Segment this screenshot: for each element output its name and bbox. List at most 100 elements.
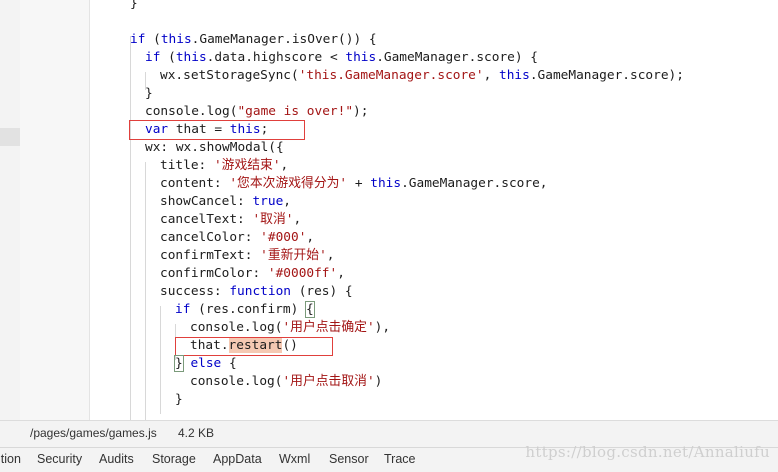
string-token: '您本次游戏得分为' — [229, 176, 348, 191]
code-text[interactable]: confirmText: '重新开始', — [160, 247, 335, 265]
code-token: ), — [374, 320, 391, 335]
code-token: showCancel: — [160, 194, 253, 209]
code-line[interactable]: 157console.log("game is over!"); — [90, 103, 778, 121]
code-text[interactable]: showCancel: true, — [160, 193, 291, 211]
code-line[interactable]: 162showCancel: true, — [90, 193, 778, 211]
code-token: } — [175, 392, 183, 407]
tab-trace[interactable]: Trace — [384, 452, 416, 466]
code-text[interactable]: wx.setStorageSync('this.GameManager.scor… — [160, 67, 684, 85]
code-token: (res) { — [290, 284, 353, 299]
keyword-token: this — [160, 32, 192, 47]
code-text[interactable]: cancelColor: '#000', — [160, 229, 314, 247]
string-token: '游戏结束' — [213, 158, 281, 173]
code-token: .GameManager.score); — [529, 68, 684, 83]
code-token: wx.setStorageSync( — [160, 68, 299, 83]
code-line[interactable]: 160title: '游戏结束', — [90, 157, 778, 175]
code-line[interactable]: 164cancelColor: '#000', — [90, 229, 778, 247]
code-token: } — [174, 355, 184, 372]
keyword-token: var — [145, 122, 169, 137]
code-token: , — [483, 68, 500, 83]
code-text[interactable]: console.log('用户点击确定'), — [190, 319, 390, 337]
line-number-gutter — [20, 0, 90, 420]
tab-storage[interactable]: Storage — [152, 452, 196, 466]
watermark: https://blog.csdn.net/Annaliufu — [525, 443, 770, 461]
code-line[interactable]: 170that.restart() — [90, 337, 778, 355]
code-text[interactable]: console.log("game is over!"); — [145, 103, 368, 121]
code-editor[interactable]: 151}152153if (this.GameManager.isOver())… — [90, 0, 778, 420]
code-token: , — [293, 212, 302, 227]
code-token: .GameManager.score) { — [376, 50, 538, 65]
string-token: '重新开始' — [260, 248, 327, 263]
tab-security[interactable]: Security — [37, 452, 82, 466]
code-token: } — [145, 86, 153, 101]
keyword-token: this — [499, 68, 530, 83]
keyword-token: this — [229, 122, 261, 137]
code-token: confirmColor: — [160, 266, 268, 281]
keyword-token: true — [252, 194, 284, 209]
code-text[interactable]: } else { — [174, 355, 237, 373]
activity-strip — [0, 0, 20, 420]
code-text[interactable]: that.restart() — [190, 337, 298, 355]
code-line[interactable]: 166confirmColor: '#0000ff', — [90, 265, 778, 283]
code-token: success: — [160, 284, 230, 299]
code-text[interactable]: console.log('用户点击取消') — [190, 373, 382, 391]
code-line[interactable]: 156} — [90, 85, 778, 103]
code-line[interactable]: 151} — [90, 0, 778, 13]
code-line[interactable]: 173} — [90, 391, 778, 409]
code-line[interactable]: 158var that = this; — [90, 121, 778, 139]
string-token: 'this.GameManager.score' — [298, 68, 484, 83]
code-text[interactable]: cancelText: '取消', — [160, 211, 301, 229]
code-line[interactable]: 159wx: wx.showModal({ — [90, 139, 778, 157]
code-token: wx: wx.showModal({ — [145, 140, 284, 155]
code-token: cancelText: — [160, 212, 253, 227]
code-token: { — [221, 356, 237, 371]
code-token: + — [347, 176, 371, 191]
tab-wxml[interactable]: Wxml — [279, 452, 310, 466]
code-token: () — [282, 338, 298, 353]
code-text[interactable]: } — [130, 0, 138, 13]
code-token: console.log( — [190, 320, 283, 335]
code-line[interactable]: 171} else { — [90, 355, 778, 373]
code-text[interactable]: success: function (res) { — [160, 283, 353, 301]
tab-audits[interactable]: Audits — [99, 452, 134, 466]
string-token: '#000' — [260, 230, 307, 245]
code-line[interactable]: 155wx.setStorageSync('this.GameManager.s… — [90, 67, 778, 85]
code-text[interactable]: if (this.data.highscore < this.GameManag… — [145, 49, 538, 67]
code-token: that. — [190, 338, 229, 353]
code-line[interactable]: 161content: '您本次游戏得分为' + this.GameManage… — [90, 175, 778, 193]
code-text[interactable]: content: '您本次游戏得分为' + this.GameManager.s… — [160, 175, 547, 193]
tab-sensor[interactable]: Sensor — [329, 452, 369, 466]
keyword-token: this — [370, 176, 402, 191]
code-text[interactable]: confirmColor: '#0000ff', — [160, 265, 345, 283]
code-line[interactable]: 167success: function (res) { — [90, 283, 778, 301]
code-line[interactable]: 165confirmText: '重新开始', — [90, 247, 778, 265]
code-line[interactable]: 153if (this.GameManager.isOver()) { — [90, 31, 778, 49]
tab-position[interactable]: ition — [0, 452, 21, 466]
code-line[interactable]: 174 — [90, 409, 778, 420]
keyword-token: this — [175, 50, 207, 65]
keyword-token: function — [229, 284, 291, 299]
code-line[interactable]: 172console.log('用户点击取消') — [90, 373, 778, 391]
file-path[interactable]: /pages/games/games.js — [30, 426, 157, 440]
code-line[interactable]: 154if (this.data.highscore < this.GameMa… — [90, 49, 778, 67]
keyword-token: else — [190, 356, 222, 371]
code-line[interactable]: 168if (res.confirm) { — [90, 301, 778, 319]
code-text[interactable]: wx: wx.showModal({ — [145, 139, 284, 157]
code-token: , — [283, 194, 291, 209]
code-text[interactable]: var that = this; — [145, 121, 268, 139]
code-line[interactable]: 152 — [90, 13, 778, 31]
code-token: } — [130, 0, 138, 11]
code-text[interactable]: if (res.confirm) { — [175, 301, 315, 319]
code-token: console.log( — [145, 104, 238, 119]
code-text[interactable]: title: '游戏结束', — [160, 157, 288, 175]
code-text[interactable]: if (this.GameManager.isOver()) { — [130, 31, 377, 49]
code-text[interactable]: } — [145, 85, 153, 103]
code-line[interactable]: 169console.log('用户点击确定'), — [90, 319, 778, 337]
code-token: , — [337, 266, 345, 281]
code-token: ) — [374, 374, 383, 389]
code-text[interactable]: } — [175, 391, 183, 409]
code-token: restart — [228, 338, 283, 353]
code-line[interactable]: 163cancelText: '取消', — [90, 211, 778, 229]
string-token: '#0000ff' — [267, 266, 338, 281]
tab-appdata[interactable]: AppData — [213, 452, 262, 466]
